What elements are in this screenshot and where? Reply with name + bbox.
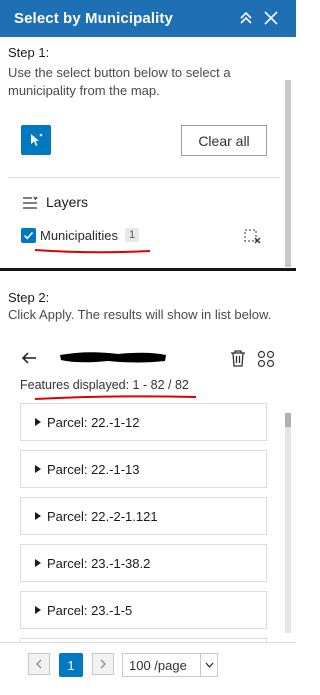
- results-scrollbar-thumb[interactable]: [285, 413, 291, 427]
- select-tool-button[interactable]: [21, 125, 51, 155]
- expand-triangle-icon: [35, 465, 41, 473]
- step2-description: Click Apply. The results will show in li…: [8, 307, 272, 322]
- expand-triangle-icon: [35, 606, 41, 614]
- list-item-label: Parcel: 23.-1-38.2: [47, 555, 151, 571]
- chevron-right-icon: [100, 659, 106, 669]
- results-scrollbar-track[interactable]: [285, 413, 291, 633]
- clear-selection-icon[interactable]: [244, 229, 262, 250]
- list-item-label: Parcel: 22.-1-13: [47, 461, 140, 477]
- redacted-layer-name: [60, 352, 166, 363]
- list-item-label: Parcel: 22.-2-1.121: [47, 508, 158, 524]
- layer-name[interactable]: Municipalities: [40, 228, 118, 243]
- list-item[interactable]: Parcel: 23.-1-5: [20, 591, 267, 629]
- pagination-bar: 1 100 /page: [0, 642, 296, 695]
- step2-title: Step 2:: [8, 290, 50, 305]
- section-divider: [8, 177, 280, 178]
- layers-title: Layers: [46, 194, 89, 210]
- step1-title: Step 1:: [8, 45, 50, 60]
- cursor-select-icon: [31, 133, 43, 146]
- list-item[interactable]: Parcel: 23.-1-38.2: [20, 544, 267, 582]
- expand-triangle-icon: [35, 512, 41, 520]
- list-item-label: Parcel: 23.-1-5: [47, 602, 133, 618]
- list-item[interactable]: Parcel: 22.-2-1.121: [20, 497, 267, 535]
- trash-icon[interactable]: [230, 350, 246, 372]
- annotation-underline: [34, 249, 151, 254]
- clear-all-button[interactable]: Clear all: [181, 125, 267, 156]
- more-options-icon[interactable]: [257, 350, 275, 373]
- page-size-select[interactable]: 100 /page: [122, 653, 218, 677]
- previous-page-button[interactable]: [28, 653, 50, 675]
- close-icon[interactable]: [261, 8, 281, 28]
- list-item-label: Parcel: 22.-1-12: [47, 414, 140, 430]
- step1-panel: Step 1: Use the select button below to s…: [0, 37, 296, 267]
- widget-title: Select by Municipality: [14, 10, 173, 27]
- panel1-scrollbar[interactable]: [285, 80, 291, 267]
- chevron-down-icon: [200, 654, 217, 676]
- next-page-button[interactable]: [92, 653, 114, 675]
- layer-checkbox[interactable]: [21, 228, 36, 243]
- back-arrow-icon[interactable]: [21, 351, 37, 370]
- chevron-left-icon: [36, 659, 42, 669]
- layer-count-badge: 1: [125, 228, 140, 242]
- collapse-icon[interactable]: [236, 8, 256, 28]
- annotation-underline: [34, 395, 197, 400]
- layers-list-icon: [22, 196, 38, 215]
- list-item[interactable]: Parcel: 22.-1-12: [20, 403, 267, 441]
- expand-triangle-icon: [35, 418, 41, 426]
- features-displayed-count: Features displayed: 1 - 82 / 82: [20, 378, 189, 392]
- widget-header: Select by Municipality: [0, 0, 296, 37]
- list-item[interactable]: Parcel: 22.-1-13: [20, 450, 267, 488]
- step1-description: Use the select button below to select a …: [8, 65, 231, 98]
- expand-triangle-icon: [35, 559, 41, 567]
- current-page-button[interactable]: 1: [59, 653, 83, 677]
- page-size-value: 100 /page: [129, 657, 187, 673]
- step2-panel: Step 2: Click Apply. The results will sh…: [0, 271, 296, 695]
